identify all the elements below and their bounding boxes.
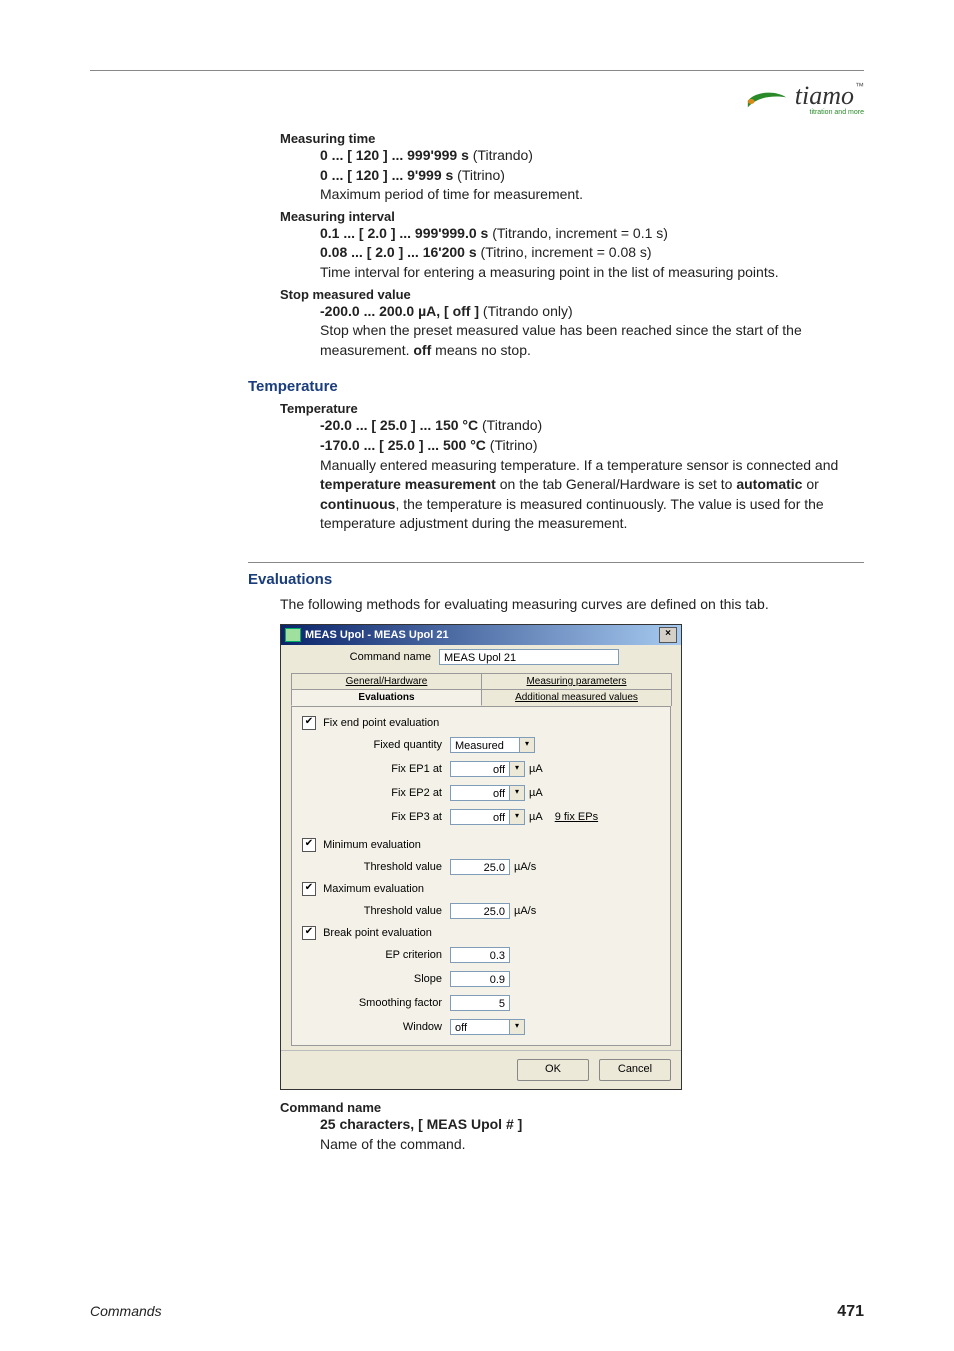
label-fix-ep3: Fix EP3 at: [302, 811, 450, 823]
unit-ua: µA: [529, 787, 543, 799]
label-fix-ep2: Fix EP2 at: [302, 787, 450, 799]
tab-measuring-parameters[interactable]: Measuring parameters: [481, 673, 672, 689]
chevron-down-icon[interactable]: ▾: [520, 737, 535, 753]
dialog-title-text: MEAS Upol - MEAS Upol 21: [305, 629, 449, 641]
chevron-down-icon[interactable]: ▾: [510, 809, 525, 825]
close-icon[interactable]: ×: [659, 627, 677, 643]
checkbox-maximum-eval[interactable]: ✔: [302, 882, 316, 896]
cancel-button[interactable]: Cancel: [599, 1059, 671, 1081]
input-command-name[interactable]: MEAS Upol 21: [439, 649, 619, 665]
unit-ua: µA: [529, 763, 543, 775]
dialog-tabs: General/Hardware Measuring parameters Ev…: [291, 673, 671, 706]
param-temperature-title: Temperature: [280, 401, 864, 416]
label-minimum-eval: Minimum evaluation: [323, 839, 421, 851]
label-smoothing-factor: Smoothing factor: [302, 997, 450, 1009]
input-threshold-min[interactable]: 25.0: [450, 859, 510, 875]
chevron-down-icon[interactable]: ▾: [510, 785, 525, 801]
tab-evaluations[interactable]: Evaluations: [291, 689, 482, 706]
unit-uas: µA/s: [514, 905, 536, 917]
input-slope[interactable]: 0.9: [450, 971, 510, 987]
label-fix-endpoint: Fix end point evaluation: [323, 717, 439, 729]
label-threshold-min: Threshold value: [302, 861, 450, 873]
param-measuring-time-title: Measuring time: [280, 131, 864, 146]
tab-general-hardware[interactable]: General/Hardware: [291, 673, 482, 689]
select-window[interactable]: off: [450, 1019, 510, 1035]
header-divider: [90, 50, 864, 71]
label-maximum-eval: Maximum evaluation: [323, 883, 424, 895]
param-measuring-interval-body: 0.1 ... [ 2.0 ] ... 999'999.0 s (Titrand…: [320, 224, 864, 283]
label-breakpoint-eval: Break point evaluation: [323, 927, 432, 939]
label-ep-criterion: EP criterion: [302, 949, 450, 961]
checkbox-fix-endpoint[interactable]: ✔: [302, 716, 316, 730]
input-ep-criterion[interactable]: 0.3: [450, 947, 510, 963]
section-evaluations-heading: Evaluations: [248, 571, 864, 588]
tab-additional-measured-values[interactable]: Additional measured values: [481, 689, 672, 706]
param-command-name-body: 25 characters, [ MEAS Upol # ] Name of t…: [320, 1115, 864, 1154]
input-fix-ep1[interactable]: off: [450, 761, 510, 777]
dialog-meas-upol: MEAS Upol - MEAS Upol 21 × Command name …: [280, 624, 682, 1090]
ok-button[interactable]: OK: [517, 1059, 589, 1081]
section-divider: [248, 562, 864, 563]
label-fix-ep1: Fix EP1 at: [302, 763, 450, 775]
checkbox-breakpoint-eval[interactable]: ✔: [302, 926, 316, 940]
tab-panel-evaluations: ✔ Fix end point evaluation Fixed quantit…: [291, 706, 671, 1046]
input-fix-ep3[interactable]: off: [450, 809, 510, 825]
param-measuring-interval-title: Measuring interval: [280, 209, 864, 224]
chevron-down-icon[interactable]: ▾: [510, 761, 525, 777]
brand-name: tiamo: [795, 81, 854, 110]
input-smoothing-factor[interactable]: 5: [450, 995, 510, 1011]
param-stop-value-body: -200.0 ... 200.0 µA, [ off ] (Titrando o…: [320, 302, 864, 361]
swoosh-icon: [743, 89, 791, 109]
param-command-name-title: Command name: [280, 1100, 864, 1115]
checkbox-minimum-eval[interactable]: ✔: [302, 838, 316, 852]
link-9-fix-eps[interactable]: 9 fix EPs: [555, 811, 598, 823]
chevron-down-icon[interactable]: ▾: [510, 1019, 525, 1035]
label-window: Window: [302, 1021, 450, 1033]
footer-section: Commands: [90, 1303, 162, 1321]
dialog-app-icon: [285, 628, 301, 642]
input-fix-ep2[interactable]: off: [450, 785, 510, 801]
label-threshold-max: Threshold value: [302, 905, 450, 917]
label-slope: Slope: [302, 973, 450, 985]
page-footer: Commands 471: [90, 1303, 864, 1321]
label-fixed-quantity: Fixed quantity: [302, 739, 450, 751]
section-temperature-heading: Temperature: [248, 378, 864, 395]
input-threshold-max[interactable]: 25.0: [450, 903, 510, 919]
param-measuring-time-body: 0 ... [ 120 ] ... 999'999 s (Titrando) 0…: [320, 146, 864, 205]
label-command-name: Command name: [291, 651, 439, 663]
unit-uas: µA/s: [514, 861, 536, 873]
footer-page-number: 471: [837, 1303, 864, 1321]
evaluations-intro: The following methods for evaluating mea…: [280, 596, 864, 612]
dialog-titlebar: MEAS Upol - MEAS Upol 21 ×: [281, 625, 681, 645]
param-stop-value-title: Stop measured value: [280, 287, 864, 302]
brand-logo: tiamo™ titration and more: [90, 81, 864, 116]
brand-tm: ™: [855, 81, 864, 91]
select-fixed-quantity[interactable]: Measured ...: [450, 737, 520, 753]
unit-ua: µA: [529, 811, 543, 823]
param-temperature-body: -20.0 ... [ 25.0 ] ... 150 °C (Titrando)…: [320, 416, 864, 534]
